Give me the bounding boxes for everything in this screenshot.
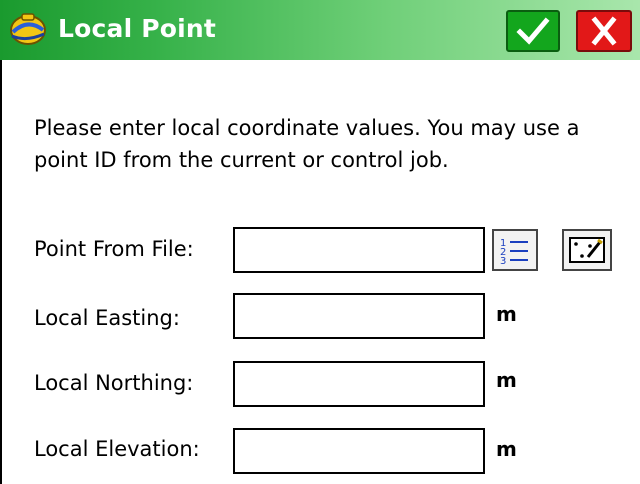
title-bar: Local Point xyxy=(0,0,640,60)
instruction-text: Please enter local coordinate values. Yo… xyxy=(34,116,580,172)
window-title: Local Point xyxy=(58,14,217,43)
window-left-border xyxy=(0,60,2,484)
local-easting-label: Local Easting: xyxy=(34,306,180,330)
local-northing-unit: m xyxy=(496,368,517,392)
local-elevation-label: Local Elevation: xyxy=(34,437,200,461)
local-northing-label: Local Northing: xyxy=(34,371,194,395)
point-from-file-input[interactable] xyxy=(233,227,485,273)
helmet-icon xyxy=(8,12,48,48)
point-list-button[interactable]: 1 2 3 xyxy=(492,229,538,271)
local-elevation-unit: m xyxy=(496,437,517,461)
local-northing-input[interactable] xyxy=(233,361,485,407)
close-button[interactable] xyxy=(576,10,632,52)
local-easting-unit: m xyxy=(496,302,517,326)
local-elevation-input[interactable] xyxy=(233,428,485,474)
ok-button[interactable] xyxy=(506,10,560,52)
local-easting-input[interactable] xyxy=(233,293,485,339)
svg-text:3: 3 xyxy=(500,256,506,267)
point-from-file-label: Point From File: xyxy=(34,237,194,261)
map-select-button[interactable] xyxy=(562,229,612,271)
